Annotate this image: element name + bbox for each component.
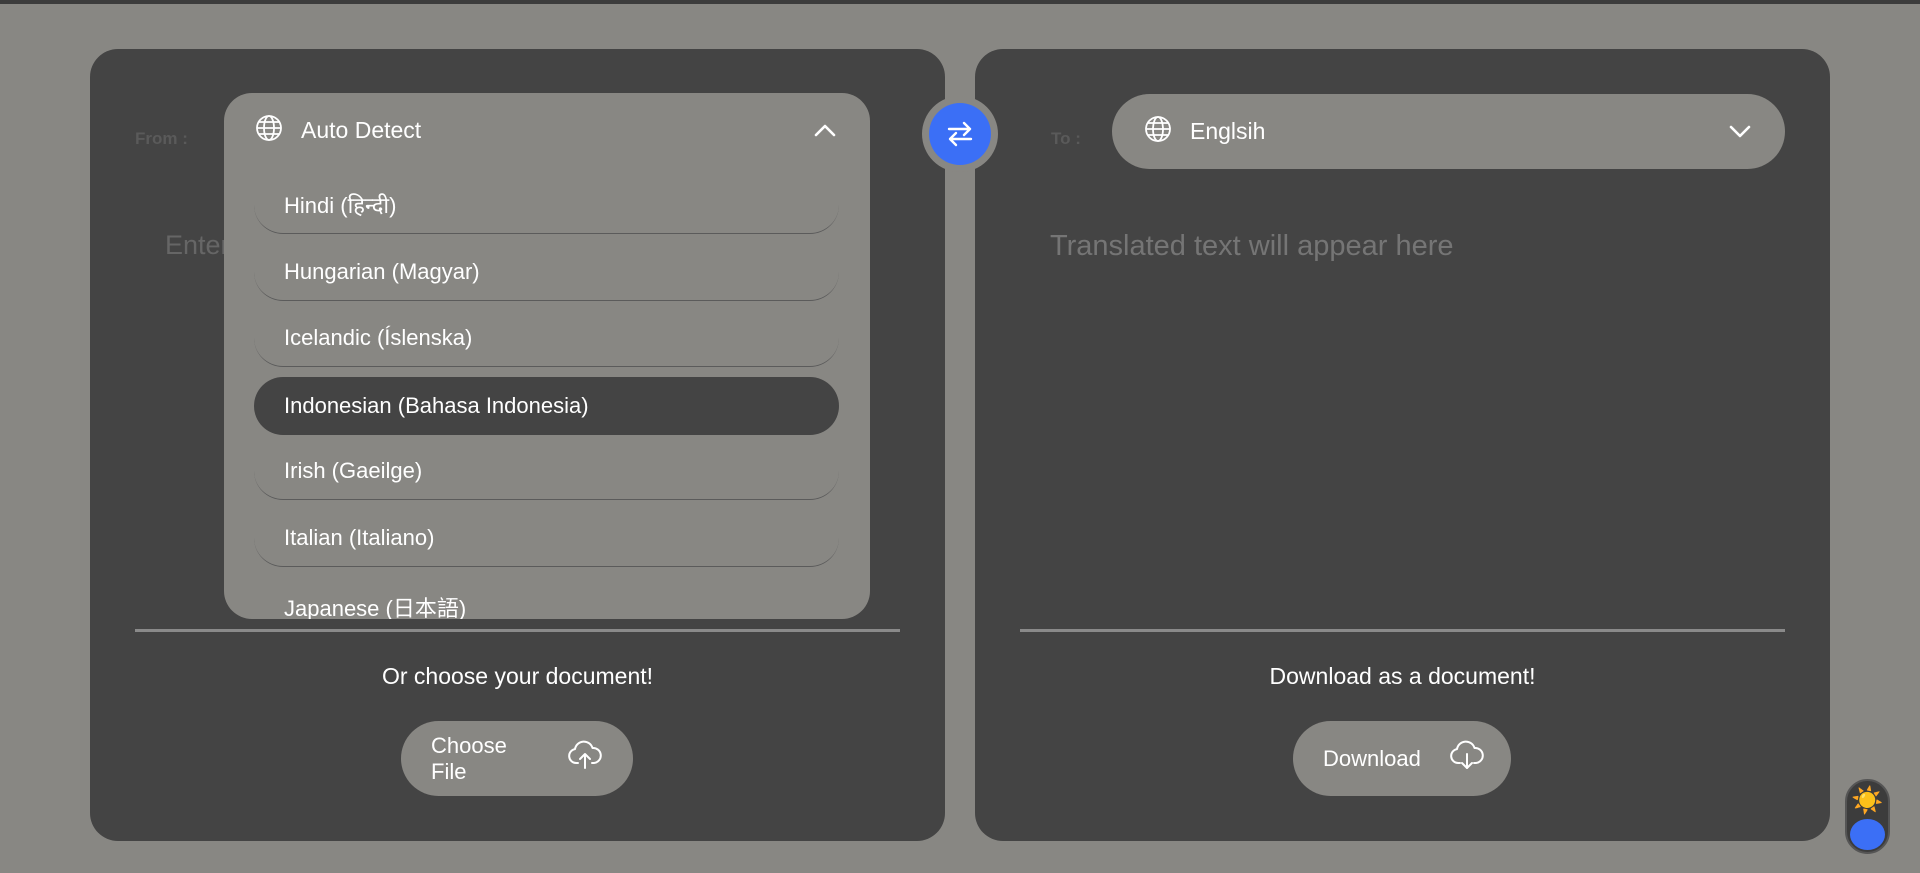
- chevron-up-icon: [812, 115, 838, 150]
- upload-prompt: Or choose your document!: [381, 663, 654, 689]
- swap-languages-button[interactable]: [922, 96, 998, 172]
- target-divider: [1020, 629, 1785, 632]
- from-label: From :: [135, 129, 188, 148]
- language-option[interactable]: Icelandic (Íslenska): [254, 309, 839, 367]
- swap-icon: [929, 103, 991, 165]
- choose-file-label: Choose File: [431, 732, 507, 784]
- target-language-label: Englsih: [1190, 118, 1266, 144]
- download-button[interactable]: Download: [1293, 721, 1511, 796]
- globe-icon: [1144, 115, 1172, 148]
- source-language-select[interactable]: Auto Detect: [224, 93, 870, 168]
- language-option[interactable]: Hungarian (Magyar): [254, 243, 839, 301]
- language-option-highlighted[interactable]: Indonesian (Bahasa Indonesia): [254, 377, 839, 435]
- source-divider: [135, 629, 900, 632]
- language-option[interactable]: Japanese (日本語): [254, 578, 839, 619]
- source-language-label: Auto Detect: [301, 117, 422, 143]
- theme-toggle[interactable]: ☀️: [1845, 779, 1890, 854]
- download-label: Download: [1323, 745, 1421, 771]
- language-option[interactable]: Irish (Gaeilge): [254, 442, 839, 500]
- language-option[interactable]: Hindi (हिन्दी): [254, 176, 839, 234]
- chevron-down-icon: [1727, 116, 1753, 151]
- target-language-select[interactable]: Englsih: [1112, 94, 1785, 169]
- to-label: To :: [1051, 129, 1081, 148]
- globe-icon: [255, 114, 283, 147]
- source-language-dropdown: Auto Detect Hindi (हिन्दी) Hungarian (Ma…: [224, 93, 870, 619]
- choose-file-button[interactable]: Choose File: [401, 721, 633, 796]
- download-prompt: Download as a document!: [1269, 663, 1536, 689]
- cloud-upload-icon: [567, 738, 603, 780]
- language-option[interactable]: Italian (Italiano): [254, 509, 839, 567]
- translated-output[interactable]: [1020, 220, 1780, 610]
- source-text-placeholder[interactable]: Enter: [165, 230, 230, 261]
- sun-icon: ☀️: [1851, 785, 1884, 815]
- cloud-download-icon: [1449, 738, 1485, 780]
- top-border: [0, 0, 1920, 4]
- toggle-knob: [1850, 819, 1885, 850]
